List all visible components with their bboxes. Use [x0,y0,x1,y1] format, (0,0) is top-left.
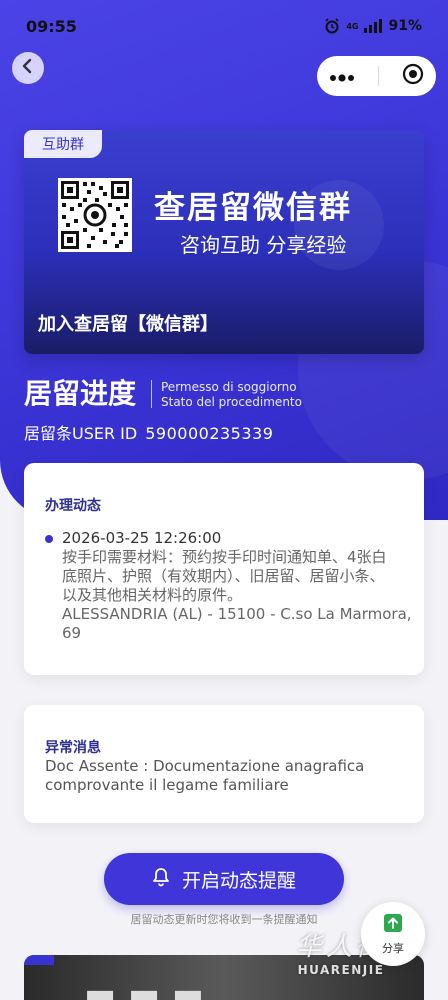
activity-date: 2026-03-25 12:26:00 [62,529,222,547]
activity-card: 办理动态 2026-03-25 12:26:00 按手印需要材料：预约按手印时间… [24,463,424,675]
activity-address-line: 69 [62,624,82,642]
alert-message-line: Doc Assente : Documentazione anagrafica [45,757,365,775]
bell-icon [152,867,170,892]
status-icons: 4G 91% [324,18,422,34]
banner-title: 查居留微信群 [154,190,352,226]
banner-tag: 互助群 [24,130,102,158]
share-button[interactable]: 分享 [361,902,425,966]
battery-text: 91% [388,18,422,34]
wechat-group-banner[interactable]: 互助群 查居留微信群 咨询互助 分享经验 加入查居留【微信群】 [24,130,424,354]
enable-notification-label: 开启动态提醒 [181,869,296,892]
enable-notification-button[interactable]: 开启动态提醒 [104,853,344,905]
watermark-en: HUARENJIE [297,963,385,977]
bottom-banner-graphic: ▬ ▬ ▬ [84,975,205,1000]
banner-subtitle: 咨询互助 分享经验 [180,233,347,257]
join-group-link[interactable]: 加入查居留【微信群】 [38,310,218,336]
qr-code-image [58,178,132,252]
alert-card: 异常消息 Doc Assente : Documentazione anagra… [24,705,424,823]
activity-text-line: 以及其他相关材料的原件。 [62,586,243,604]
signal-icon [364,19,383,33]
page-title: 居留进度 [24,377,137,410]
more-icon[interactable] [329,67,355,86]
close-target-icon[interactable] [402,63,424,89]
back-button[interactable] [12,52,44,84]
chevron-left-icon [21,58,35,78]
bottom-banner-stripe [24,955,54,965]
network-label: 4G [346,21,359,31]
page-subtitle: Permesso di soggiorno Stato del procedim… [161,380,302,410]
user-id-value: 590000235339 [145,424,274,443]
activity-entry: 2026-03-25 12:26:00 按手印需要材料：预约按手印时间通知单、4… [45,529,417,643]
alert-message: Doc Assente : Documentazione anagrafica … [45,757,415,795]
status-bar: 09:55 4G 91% [0,0,448,52]
share-label: 分享 [382,942,404,955]
alert-message-line: comprovante il legame familiare [45,776,289,794]
status-time: 09:55 [26,16,77,36]
capsule-divider [377,66,379,86]
timeline-dot-icon [45,535,53,543]
user-id-label: 居留条USER ID [24,424,138,443]
alarm-icon [324,18,340,34]
activity-text-line: 按手印需要材料：预约按手印时间通知单、4张白 [62,548,387,566]
activity-heading: 办理动态 [45,498,101,514]
activity-address-line: ALESSANDRIA (AL) - 15100 - C.so La Marmo… [62,605,412,623]
title-divider [151,380,152,408]
page-subtitle-line2: Stato del procedimento [161,395,302,409]
share-icon [382,912,404,937]
page-subtitle-line1: Permesso di soggiorno [161,380,297,394]
alert-heading: 异常消息 [45,740,101,756]
miniprogram-capsule [317,56,436,96]
activity-text-line: 底照片、护照（有效期内）、旧居留、居留小条、 [62,567,385,585]
user-id-row: 居留条USER ID 590000235339 [24,420,273,444]
